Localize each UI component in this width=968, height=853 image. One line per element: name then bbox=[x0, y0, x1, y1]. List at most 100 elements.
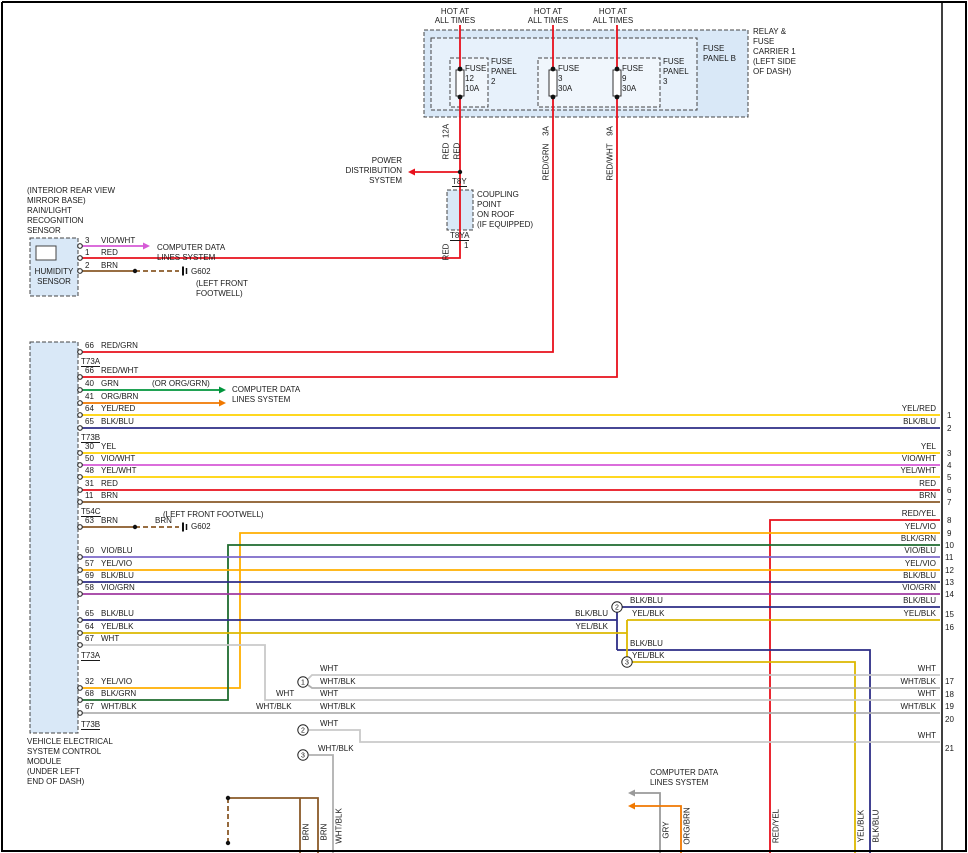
circuit-number-label: 11 bbox=[945, 553, 953, 562]
control-module-box bbox=[30, 342, 78, 733]
pin-number-label: 58 bbox=[85, 583, 94, 592]
splice-number-label: 1 bbox=[301, 680, 305, 687]
wire-color-label: VIO/BLU bbox=[101, 546, 133, 555]
circuit-number-label: 2 bbox=[947, 424, 951, 433]
pin-number-label: 11 bbox=[85, 491, 93, 500]
wire-wht-row21 bbox=[309, 730, 940, 742]
pin-number-label: 48 bbox=[85, 466, 94, 475]
wire-color-label: 1 bbox=[464, 241, 468, 250]
pin-terminal bbox=[78, 451, 83, 456]
module-title: VEHICLE ELECTRICAL bbox=[27, 737, 113, 746]
wire-color-label: BLK/BLU bbox=[630, 639, 663, 648]
computer-data-lines-label: COMPUTER DATA bbox=[232, 385, 300, 394]
fuse-3-symbol-terminal bbox=[551, 95, 556, 100]
wire-color-label: WHT/BLK bbox=[318, 744, 354, 753]
wire-color-label: WHT bbox=[101, 634, 119, 643]
wire-color-label: BRN bbox=[101, 261, 118, 270]
junction-dot bbox=[133, 525, 137, 529]
pin-terminal bbox=[78, 618, 83, 623]
wire-wht-pin67 bbox=[80, 645, 940, 700]
wire-gry-data bbox=[634, 793, 660, 853]
fuse-12-label: 10A bbox=[465, 84, 479, 93]
left-front-footwell-label: FOOTWELL) bbox=[196, 289, 243, 298]
pin-number-label: 1 bbox=[85, 248, 89, 257]
fuse-12-symbol bbox=[456, 70, 464, 96]
pin-terminal bbox=[78, 580, 83, 585]
power-distribution-label: DISTRIBUTION bbox=[346, 166, 402, 175]
splice-number-label: 3 bbox=[625, 660, 629, 667]
wire-color-label: RED/GRN bbox=[542, 144, 551, 181]
circuit-number-label: 14 bbox=[945, 590, 954, 599]
junction-dot bbox=[226, 841, 230, 845]
wire-color-label: WHT bbox=[276, 689, 294, 698]
coupling-point-label: ON ROOF bbox=[477, 210, 514, 219]
wire-red-fuse12-to-sensor bbox=[80, 99, 460, 258]
pin-number-label: 65 bbox=[85, 417, 94, 426]
fuse-panel-b-label: PANEL B bbox=[703, 54, 736, 63]
wire-color-label: BRN bbox=[101, 491, 118, 500]
pin-number-label: 57 bbox=[85, 559, 94, 568]
sensor-element-box bbox=[36, 246, 56, 260]
wire-color-label: YEL/VIO bbox=[905, 522, 936, 531]
fuse-panel-3-label: PANEL bbox=[663, 67, 689, 76]
left-front-footwell-label: (LEFT FRONT bbox=[196, 279, 248, 288]
wire-color-label: WHT/BLK bbox=[101, 702, 137, 711]
wire-color-label: YEL/BLK bbox=[632, 651, 664, 660]
circuit-number-label: 12 bbox=[945, 566, 954, 575]
wire-color-label: VIO/BLU bbox=[904, 546, 936, 555]
wire-color-label: VIO/WHT bbox=[101, 236, 135, 245]
wire-color-label: BLK/GRN bbox=[901, 534, 936, 543]
circuit-number-label: 17 bbox=[945, 677, 954, 686]
pin-terminal bbox=[78, 426, 83, 431]
wire-color-label: RED bbox=[442, 143, 451, 160]
relay-fuse-carrier-title: RELAY & bbox=[753, 27, 786, 36]
wire-color-label: YEL/BLK bbox=[576, 622, 608, 631]
wire-color-label: GRN bbox=[101, 379, 119, 388]
wire-color-label: YEL/WHT bbox=[900, 466, 936, 475]
pin-terminal bbox=[78, 568, 83, 573]
wire-color-label: WHT bbox=[918, 731, 936, 740]
fuse-panel-2-label: PANEL bbox=[491, 67, 517, 76]
module-title: (UNDER LEFT bbox=[27, 767, 80, 776]
pin-number-label: 66 bbox=[85, 366, 94, 375]
wire-color-label: BLK/BLU bbox=[101, 571, 134, 580]
wiring-diagram-canvas: 12323 bbox=[0, 0, 968, 853]
data-lines-arrow bbox=[219, 387, 226, 394]
pin-number-label: 68 bbox=[85, 689, 94, 698]
circuit-number-label: 18 bbox=[945, 690, 954, 699]
wire-color-label: BRN bbox=[155, 516, 172, 525]
hot-at-all-times-label: ALL TIMES bbox=[435, 16, 475, 25]
fuse-9-label: FUSE bbox=[622, 64, 643, 73]
wire-wht-blk-row18 bbox=[308, 685, 940, 688]
pin-terminal bbox=[78, 592, 83, 597]
computer-data-lines-label: COMPUTER DATA bbox=[157, 243, 225, 252]
sensor-title: RAIN/LIGHT bbox=[27, 206, 72, 215]
left-front-footwell-label: (LEFT FRONT FOOTWELL) bbox=[163, 510, 264, 519]
wire-color-label: (OR ORG/GRN) bbox=[152, 379, 210, 388]
relay-fuse-carrier-title: (LEFT SIDE bbox=[753, 57, 796, 66]
pin-number-label: 67 bbox=[85, 702, 94, 711]
fuse-12-symbol-terminal bbox=[458, 95, 463, 100]
coupling-point-label: POINT bbox=[477, 200, 501, 209]
fuse-panel-2-label: 2 bbox=[491, 77, 495, 86]
sensor-title: MIRROR BASE) bbox=[27, 196, 86, 205]
splice-number-label: 2 bbox=[615, 605, 619, 612]
pin-terminal bbox=[78, 525, 83, 530]
circuit-number-label: 1 bbox=[947, 411, 951, 420]
pin-terminal bbox=[78, 631, 83, 636]
humidity-sensor-label: SENSOR bbox=[37, 277, 71, 286]
connector-t8y-label: T8Y bbox=[452, 177, 467, 187]
pin-terminal bbox=[78, 388, 83, 393]
ground-g602-label: G602 bbox=[191, 267, 211, 276]
pin-number-label: 60 bbox=[85, 546, 94, 555]
coupling-point-label: (IF EQUIPPED) bbox=[477, 220, 533, 229]
wire-color-label: YEL/VIO bbox=[101, 677, 132, 686]
wire-wht-row17 bbox=[308, 675, 940, 679]
connector-t8ya-label: T8YA bbox=[450, 231, 469, 241]
circuit-number-label: 6 bbox=[947, 486, 951, 495]
pin-number-label: 40 bbox=[85, 379, 94, 388]
pin-terminal bbox=[78, 686, 83, 691]
wire-red-wht bbox=[80, 99, 617, 377]
wire-color-label: RED/YEL bbox=[772, 809, 781, 843]
connector-t73a-label: T73A bbox=[81, 651, 100, 661]
